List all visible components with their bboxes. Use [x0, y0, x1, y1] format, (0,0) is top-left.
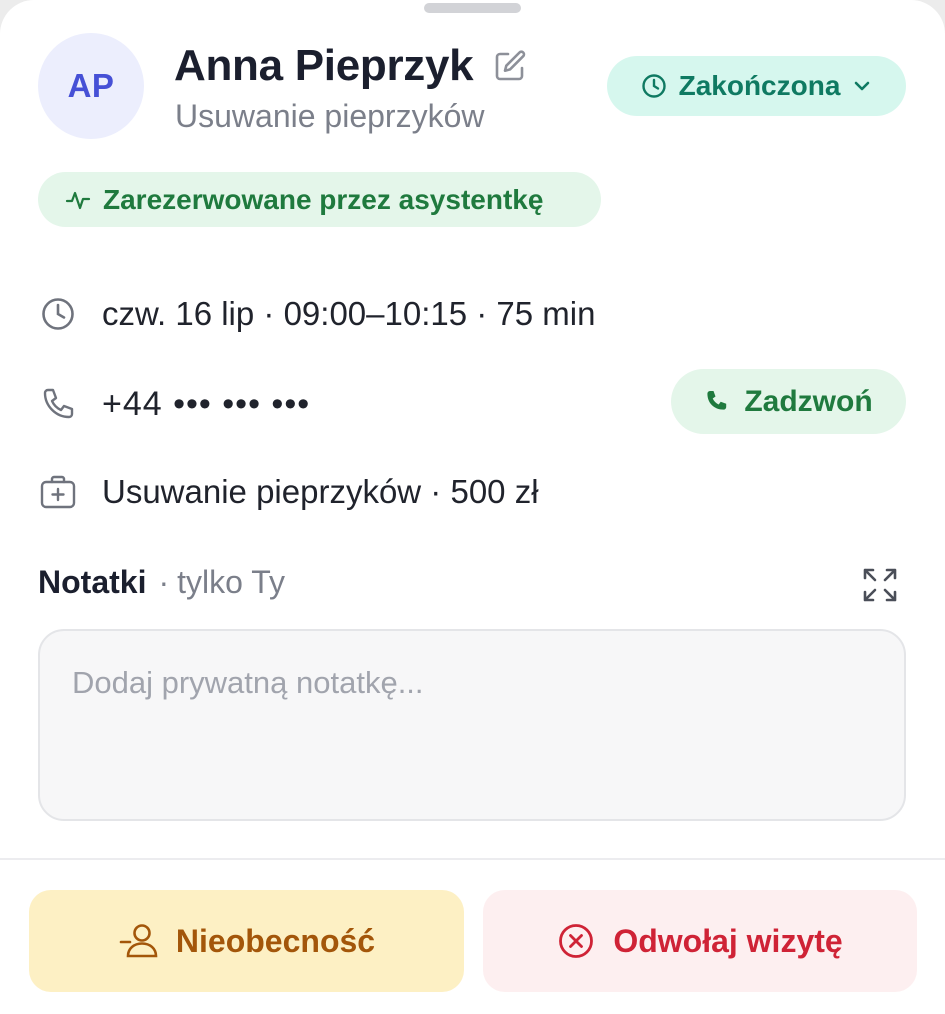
- appointment-datetime-row: czw. 16 lip · 09:00–10:15 · 75 min: [38, 292, 595, 336]
- appointment-datetime: czw. 16 lip · 09:00–10:15 · 75 min: [102, 295, 596, 332]
- medical-kit-icon: [38, 472, 78, 512]
- no-show-label: Nieobecność: [175, 922, 376, 959]
- booked-by-assistant-badge: Zarezerwowane przez asystentkę: [38, 172, 601, 227]
- notes-textarea[interactable]: [38, 629, 906, 821]
- edit-icon[interactable]: [493, 48, 529, 84]
- notes-separator: ·: [158, 564, 170, 600]
- activity-icon: [65, 191, 91, 209]
- no-show-button[interactable]: Nieobecność: [29, 890, 464, 992]
- x-circle-icon: [559, 924, 594, 958]
- status-label: Zakończona: [678, 70, 841, 101]
- cancel-visit-label: Odwołaj wizytę: [613, 922, 843, 959]
- clock-icon: [641, 74, 666, 98]
- status-dropdown[interactable]: Zakończona: [607, 56, 906, 116]
- call-button[interactable]: Zadzwoń: [671, 369, 906, 434]
- client-service-subtitle: Usuwanie pieprzyków: [175, 98, 485, 134]
- client-name: Anna Pieprzyk: [174, 41, 474, 90]
- notes-visibility: tylko Ty: [177, 564, 285, 600]
- phone-number: +44 ••• ••• •••: [102, 384, 311, 423]
- clock-icon: [38, 294, 78, 334]
- client-name-row: Anna Pieprzyk: [174, 38, 529, 94]
- phone-icon: [707, 390, 727, 410]
- cancel-visit-button[interactable]: Odwołaj wizytę: [483, 890, 917, 992]
- sheet-grabber[interactable]: [424, 3, 521, 13]
- expand-icon[interactable]: [860, 565, 900, 605]
- user-minus-icon: [119, 924, 158, 958]
- notes-header: Notatki · tylko Ty: [38, 564, 285, 604]
- avatar: AP: [38, 33, 144, 139]
- appointment-sheet: AP Anna Pieprzyk Usuwanie pieprzyków Zak…: [0, 0, 945, 1014]
- service-price: Usuwanie pieprzyków · 500 zł: [102, 473, 539, 510]
- avatar-initials: AP: [67, 67, 115, 104]
- chevron-down-icon: [855, 81, 870, 91]
- phone-row: +44 ••• ••• •••: [38, 382, 310, 426]
- booked-by-assistant-label: Zarezerwowane przez asystentkę: [103, 183, 544, 215]
- notes-title: Notatki: [38, 564, 147, 600]
- phone-icon: [38, 384, 78, 424]
- call-button-label: Zadzwoń: [744, 384, 873, 418]
- service-price-row: Usuwanie pieprzyków · 500 zł: [38, 470, 539, 514]
- footer-divider: [0, 858, 945, 860]
